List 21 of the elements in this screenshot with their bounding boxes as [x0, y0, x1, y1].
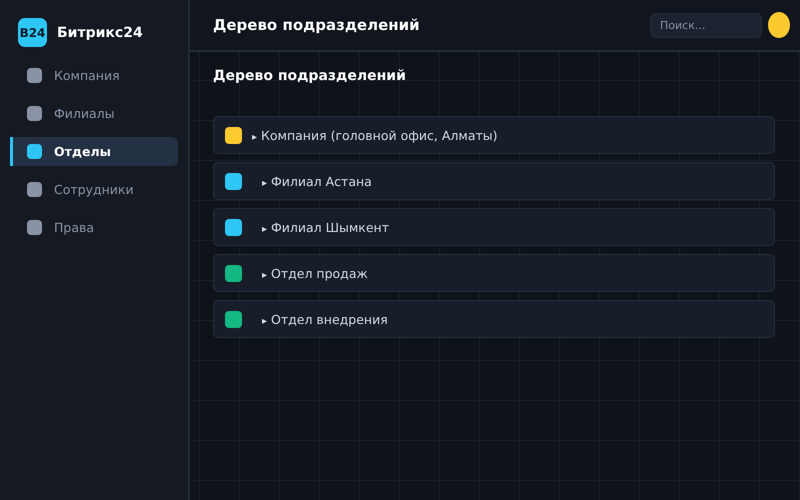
logo-icon: B24 [18, 18, 47, 47]
nav-item[interactable]: Компания [10, 61, 178, 90]
search-field[interactable]: Поиск... [650, 12, 762, 38]
nav-item[interactable]: Филиалы [10, 99, 178, 128]
nav-item[interactable]: Права [10, 213, 178, 242]
tree-label: ▸ Компания (головной офис, Алматы) [251, 128, 498, 142]
brand-name: Битрикс24 [57, 24, 143, 40]
tree-row[interactable]: ▸ Отдел внедрения [213, 300, 775, 338]
avatar-icon[interactable] [768, 12, 790, 38]
tree-label: ▸ Отдел внедрения [261, 312, 388, 326]
page-title: Дерево подразделений [213, 16, 421, 34]
tree-row[interactable]: ▸ Филиал Шымкент [213, 208, 775, 246]
tree-row[interactable]: ▸ Компания (головной офис, Алматы) [213, 116, 775, 154]
nav-item[interactable]: Сотрудники [10, 175, 178, 204]
tree-row[interactable]: ▸ Отдел продаж [213, 254, 775, 292]
tree-label: ▸ Филиал Шымкент [261, 220, 389, 234]
section-title: Дерево подразделений [213, 68, 407, 84]
tree-label: ▸ Филиал Астана [261, 174, 372, 188]
nav-item[interactable]: Отделы [10, 137, 178, 166]
tree-label: ▸ Отдел продаж [261, 266, 368, 280]
tree-row[interactable]: ▸ Филиал Астана [213, 162, 775, 200]
